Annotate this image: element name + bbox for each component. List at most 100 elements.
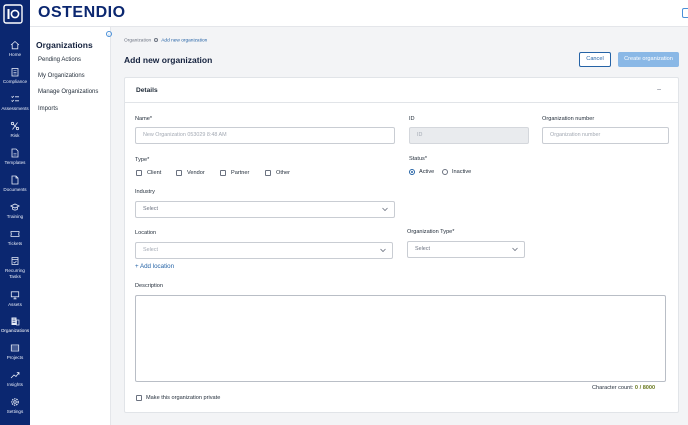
rail-label-projects: Projects bbox=[6, 355, 24, 360]
status-active-radio[interactable] bbox=[409, 169, 415, 175]
rail-item-home[interactable]: Home bbox=[0, 40, 30, 58]
page-title: Add new organization bbox=[124, 55, 213, 65]
submenu-item-manage-organizations[interactable]: Manage Organizations bbox=[38, 89, 98, 95]
status-inactive-label: Inactive bbox=[452, 169, 472, 175]
location-select[interactable]: Select bbox=[135, 242, 393, 259]
rail-label-organizations: Organizations bbox=[0, 328, 30, 333]
rail-label-assets: Assets bbox=[8, 302, 22, 307]
rail-item-settings[interactable]: Settings bbox=[0, 397, 30, 415]
create-organization-button[interactable]: Create organization bbox=[618, 52, 679, 67]
organization-type-select-value: Select bbox=[415, 246, 430, 252]
rail-item-training[interactable]: Training bbox=[0, 202, 30, 220]
rail-item-templates[interactable]: Templates bbox=[0, 148, 30, 166]
info-icon[interactable]: i bbox=[106, 31, 112, 37]
rail-item-compliance[interactable]: Compliance bbox=[0, 67, 30, 85]
type-other-label: Other bbox=[276, 170, 290, 176]
breadcrumb: Organization Add new organization bbox=[124, 38, 207, 43]
home-icon bbox=[10, 40, 20, 50]
projects-icon bbox=[10, 344, 20, 352]
icon-rail: Home Compliance Assessments Risk Templat… bbox=[0, 0, 30, 425]
details-header[interactable]: Details – bbox=[125, 78, 678, 103]
type-label: Type* bbox=[135, 157, 150, 163]
cancel-button[interactable]: Cancel bbox=[579, 52, 611, 67]
add-location-link[interactable]: + Add location bbox=[135, 263, 174, 270]
rail-item-assessments[interactable]: Assessments bbox=[0, 94, 30, 112]
type-vendor-label: Vendor bbox=[187, 170, 205, 176]
character-count: Character count: 0 / 8000 bbox=[592, 385, 655, 391]
private-checkbox[interactable] bbox=[136, 395, 142, 401]
industry-label: Industry bbox=[135, 189, 155, 195]
risk-icon bbox=[10, 121, 20, 131]
private-label: Make this organization private bbox=[146, 395, 221, 401]
id-input: ID bbox=[409, 127, 529, 144]
building-icon bbox=[11, 68, 19, 77]
description-label: Description bbox=[135, 283, 163, 289]
type-client-checkbox[interactable] bbox=[136, 170, 142, 176]
rail-label-tasks: Tasks bbox=[9, 274, 21, 279]
recurring-icon bbox=[11, 257, 19, 265]
document-icon bbox=[11, 175, 19, 185]
rail-item-tickets[interactable]: Tickets bbox=[0, 229, 30, 247]
rail-item-insights[interactable]: Insights bbox=[0, 370, 30, 388]
chevron-down-icon bbox=[380, 248, 386, 253]
rail-label-training: Training bbox=[6, 214, 24, 219]
collapse-icon[interactable]: – bbox=[657, 86, 661, 93]
industry-select[interactable]: Select bbox=[135, 201, 395, 218]
rail-item-recurring-tasks[interactable]: Recurring Tasks bbox=[0, 256, 30, 280]
rail-label-settings: Settings bbox=[6, 409, 24, 414]
status-inactive-radio[interactable] bbox=[442, 169, 448, 175]
rail-item-risk[interactable]: Risk bbox=[0, 121, 30, 139]
ticket-icon bbox=[10, 231, 20, 237]
type-other-checkbox[interactable] bbox=[265, 170, 271, 176]
rail-label-templates: Templates bbox=[4, 160, 26, 165]
organization-type-label: Organization Type* bbox=[407, 229, 455, 235]
organizations-submenu: i Organizations Pending Actions My Organ… bbox=[30, 27, 112, 425]
rail-item-projects[interactable]: Projects bbox=[0, 343, 30, 361]
checklist-icon bbox=[11, 95, 19, 102]
ostendio-logo-icon[interactable] bbox=[3, 4, 23, 24]
character-count-value: 0 / 8000 bbox=[634, 385, 656, 391]
id-label: ID bbox=[409, 116, 415, 122]
location-label: Location bbox=[135, 230, 157, 236]
organization-type-select[interactable]: Select bbox=[407, 241, 525, 258]
details-title: Details bbox=[136, 87, 158, 94]
rail-item-organizations[interactable]: Organizations bbox=[0, 316, 30, 334]
type-vendor-checkbox[interactable] bbox=[176, 170, 182, 176]
submenu-title: Organizations bbox=[36, 40, 93, 50]
status-label: Status* bbox=[409, 156, 428, 162]
breadcrumb-root[interactable]: Organization bbox=[124, 38, 151, 43]
submenu-item-imports[interactable]: Imports bbox=[38, 106, 58, 112]
rail-label-risk: Risk bbox=[10, 133, 20, 138]
brand-name: OSTENDIO bbox=[38, 4, 126, 21]
insights-icon bbox=[10, 372, 20, 379]
chevron-down-icon bbox=[512, 247, 518, 252]
header-corner-icon[interactable] bbox=[682, 8, 688, 18]
graduation-icon bbox=[10, 203, 20, 211]
name-input[interactable]: New Organization 053029 8:48 AM bbox=[135, 127, 395, 144]
type-partner-label: Partner bbox=[231, 170, 250, 176]
type-client-label: Client bbox=[147, 170, 162, 176]
location-select-value: Select bbox=[143, 247, 158, 253]
rail-label-tickets: Tickets bbox=[7, 241, 23, 246]
organization-number-input[interactable]: Organization number bbox=[542, 127, 669, 144]
top-header: OSTENDIO bbox=[30, 0, 688, 27]
chevron-down-icon bbox=[382, 207, 388, 212]
rail-label-recurring: Recurring bbox=[5, 268, 25, 273]
organization-icon bbox=[11, 317, 20, 326]
details-card: Details – Name* New Organization 053029 … bbox=[124, 77, 679, 413]
status-active-label: Active bbox=[419, 169, 435, 175]
rail-label-home: Home bbox=[8, 52, 22, 57]
rail-item-assets[interactable]: Assets bbox=[0, 290, 30, 308]
organization-number-label: Organization number bbox=[542, 116, 595, 122]
monitor-icon bbox=[10, 291, 20, 300]
rail-item-documents[interactable]: Documents bbox=[0, 175, 30, 193]
template-icon bbox=[11, 148, 19, 158]
breadcrumb-separator-icon bbox=[154, 38, 159, 42]
description-textarea[interactable] bbox=[135, 295, 666, 382]
industry-select-value: Select bbox=[143, 206, 158, 212]
name-label: Name* bbox=[135, 116, 153, 122]
submenu-item-pending-actions[interactable]: Pending Actions bbox=[38, 57, 81, 63]
rail-label-documents: Documents bbox=[3, 187, 27, 192]
type-partner-checkbox[interactable] bbox=[220, 170, 226, 176]
submenu-item-my-organizations[interactable]: My Organizations bbox=[38, 73, 85, 79]
